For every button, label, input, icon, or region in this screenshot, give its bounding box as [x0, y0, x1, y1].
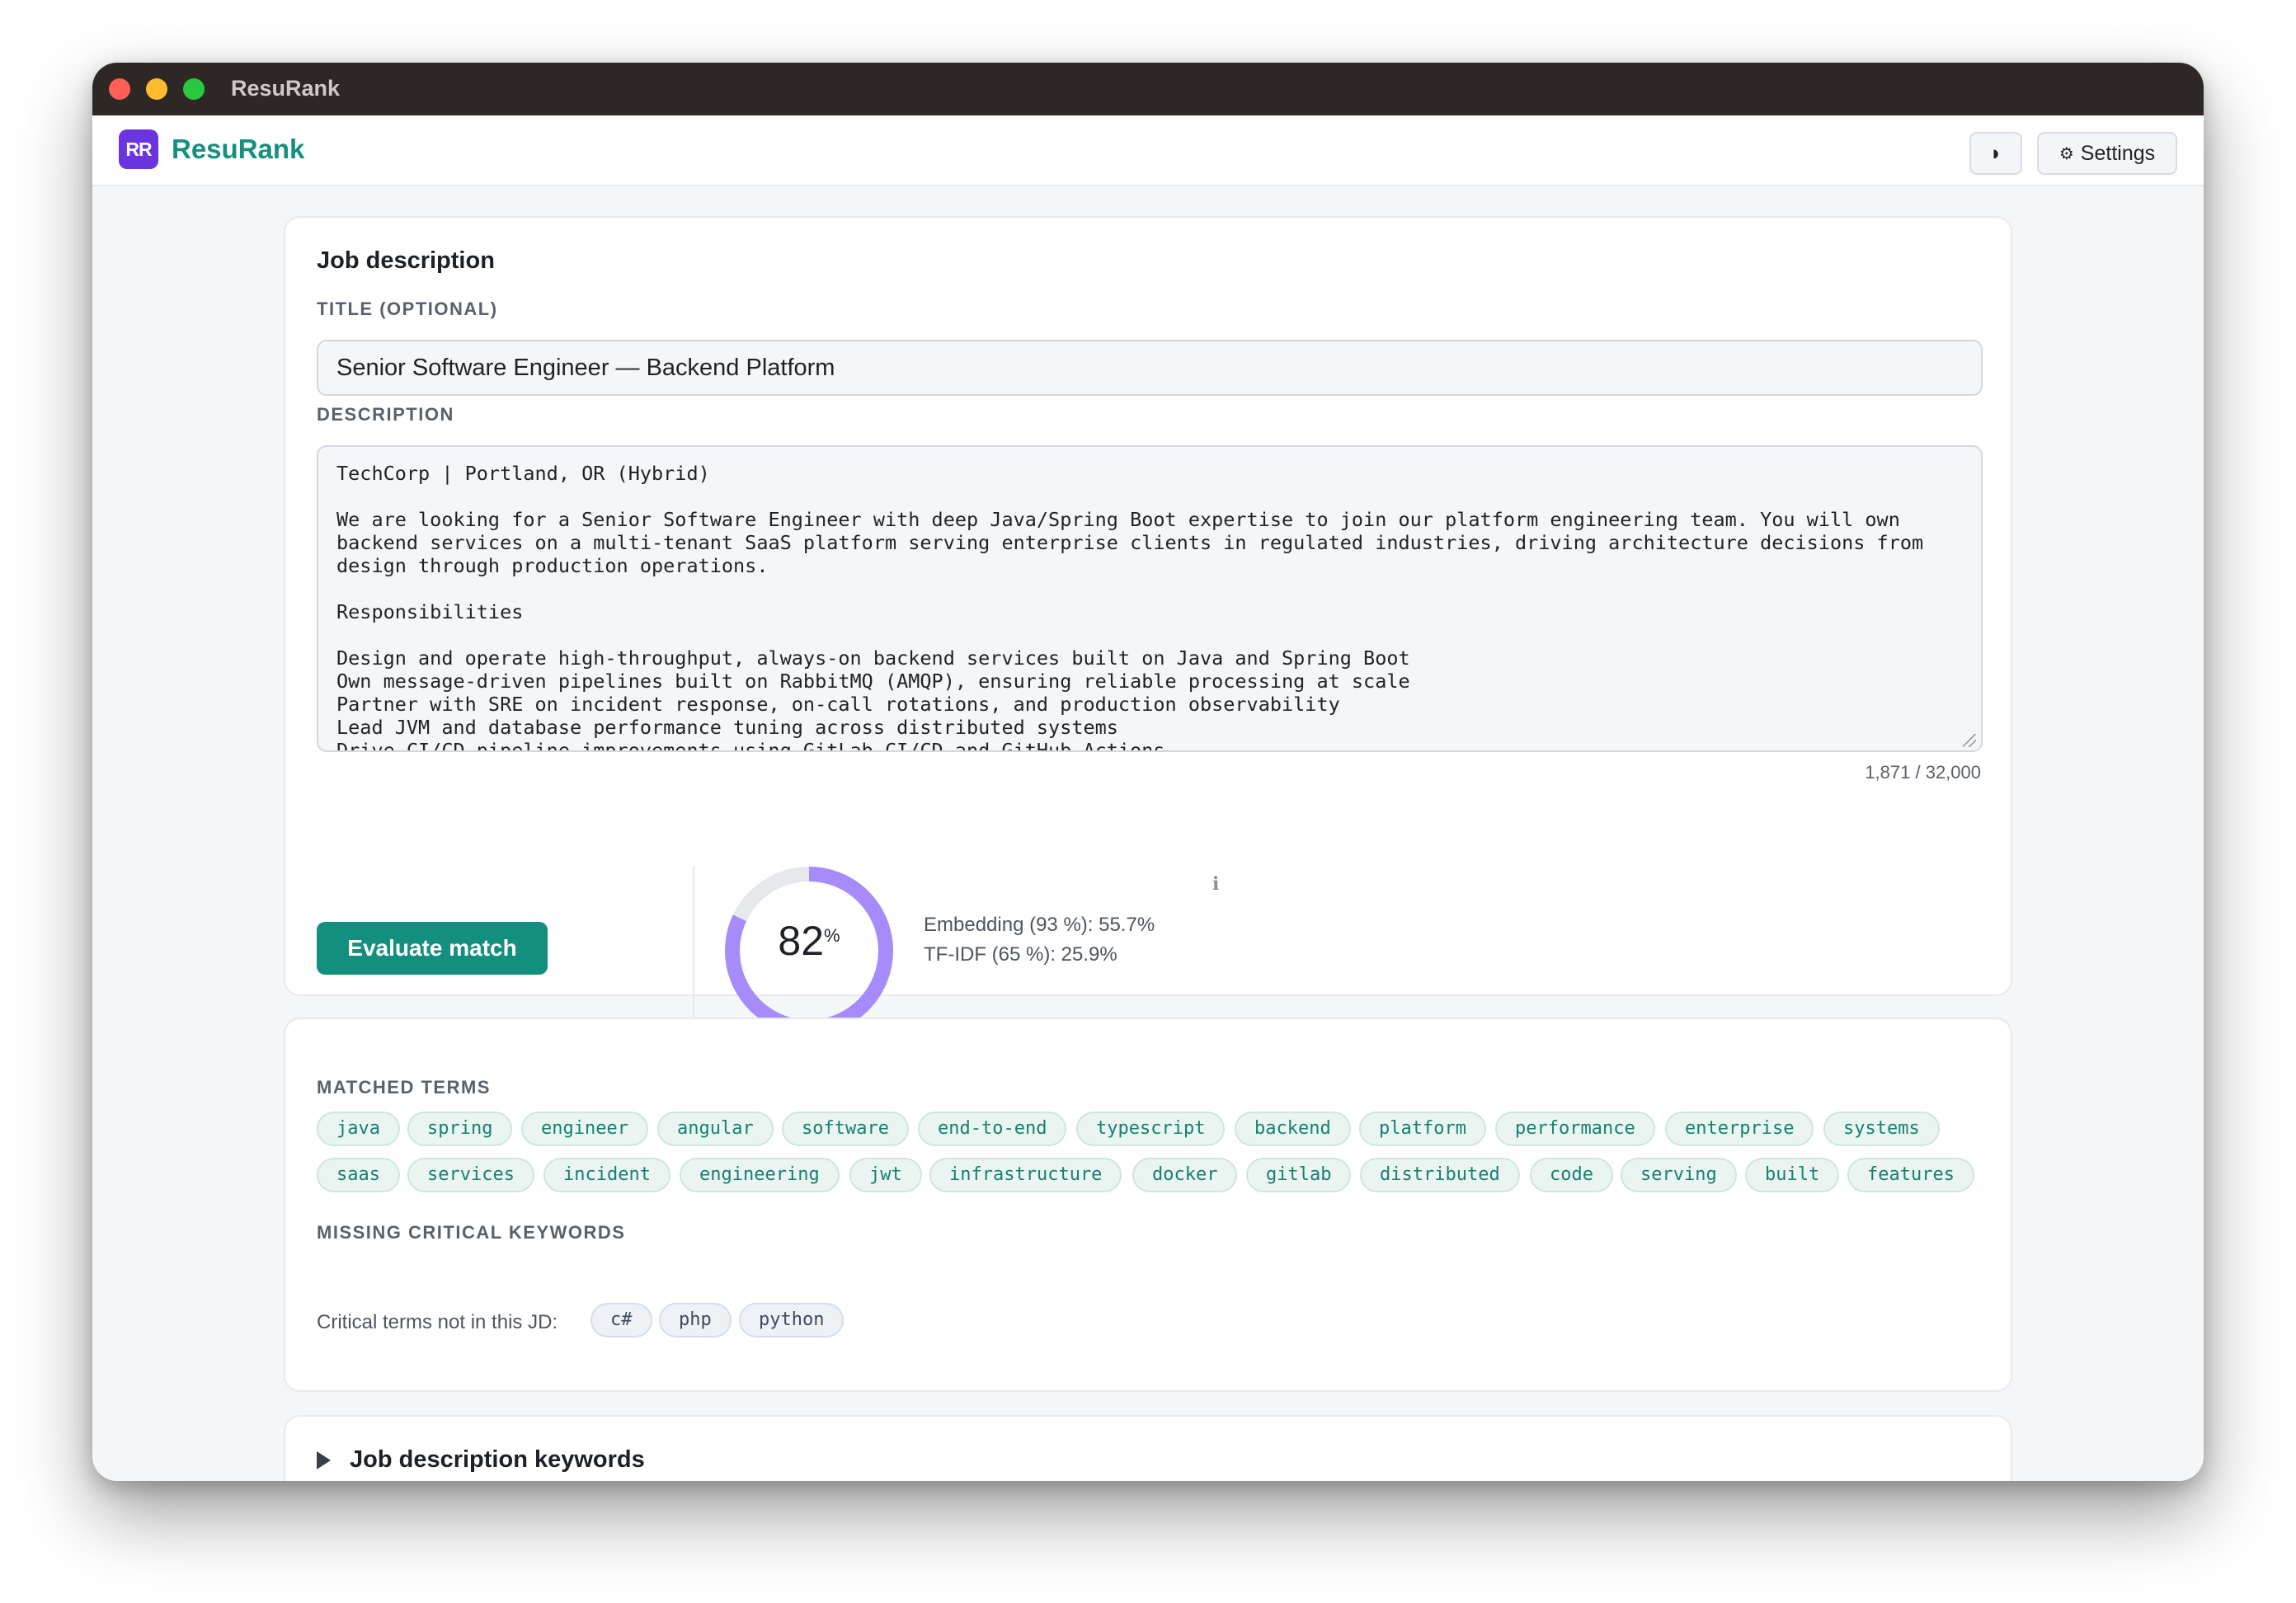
matched-term-chip: enterprise: [1665, 1112, 1814, 1146]
expand-triangle-icon[interactable]: [317, 1451, 331, 1469]
matched-term-chip: angular: [657, 1112, 774, 1146]
title-bar: ResuRank: [92, 63, 2204, 115]
score-unit: %: [824, 925, 840, 946]
settings-button[interactable]: ⚙ Settings: [2037, 132, 2177, 175]
matched-term-chip: performance: [1495, 1112, 1655, 1146]
score-value: 82%: [722, 917, 896, 965]
matched-term-chip: engineer: [521, 1112, 648, 1146]
info-icon[interactable]: ℹ: [1212, 874, 1219, 895]
theme-toggle-button[interactable]: ◗: [1969, 132, 2022, 175]
matched-term-chip: services: [407, 1158, 534, 1192]
embedding-score: Embedding (93 %): 55.7%: [924, 914, 1155, 936]
description-textarea[interactable]: TechCorp | Portland, OR (Hybrid) We are …: [317, 445, 1983, 752]
title-field-label: TITLE (OPTIONAL): [317, 299, 498, 319]
matched-term-chip: jwt: [849, 1158, 922, 1192]
matched-term-chip: distributed: [1360, 1158, 1520, 1192]
matched-term-chip: spring: [407, 1112, 513, 1146]
character-counter: 1,871 / 32,000: [1865, 762, 1981, 783]
app-window: ResuRank RR ResuRank ◗ ⚙ Settings Job de…: [92, 63, 2204, 1481]
maximize-window-button[interactable]: [183, 78, 205, 100]
keywords-section-title[interactable]: Job description keywords: [350, 1446, 645, 1474]
matched-term-chip: java: [317, 1112, 400, 1146]
resize-handle[interactable]: [1963, 734, 1976, 747]
matched-term-chip: docker: [1132, 1158, 1238, 1192]
matched-term-chip: systems: [1823, 1112, 1940, 1146]
divider: [693, 866, 694, 1031]
logo-icon: RR: [119, 129, 158, 169]
matched-term-chip: saas: [317, 1158, 400, 1192]
score-number: 82: [778, 918, 825, 964]
description-field-label: DESCRIPTION: [317, 404, 454, 425]
matched-term-chip: typescript: [1076, 1112, 1226, 1146]
section-heading: Job description: [317, 247, 495, 274]
matched-term-chip: built: [1745, 1158, 1840, 1192]
job-description-card: Job description TITLE (OPTIONAL) Senior …: [284, 216, 2012, 1035]
minimize-window-button[interactable]: [146, 78, 167, 100]
matched-term-chip: platform: [1359, 1112, 1486, 1146]
matched-term-chip: engineering: [680, 1158, 840, 1192]
missing-keywords-label: MISSING CRITICAL KEYWORDS: [317, 1222, 626, 1243]
matched-term-chip: gitlab: [1246, 1158, 1352, 1192]
terms-card: MATCHED TERMS java spring engineer angular s…: [284, 1018, 2012, 1392]
title-input[interactable]: Senior Software Engineer — Backend Platf…: [317, 340, 1983, 396]
half-moon-icon: ◗: [1989, 141, 2002, 165]
matched-term-chip: serving: [1621, 1158, 1737, 1192]
close-window-button[interactable]: [109, 78, 130, 100]
matched-term-chip: backend: [1235, 1112, 1351, 1146]
matched-terms-label: MATCHED TERMS: [317, 1077, 491, 1098]
matched-term-chip: software: [782, 1112, 909, 1146]
tfidf-score: TF-IDF (65 %): 25.9%: [924, 943, 1117, 966]
matched-term-chip: end-to-end: [918, 1112, 1067, 1146]
keywords-card[interactable]: Job description keywords: [284, 1415, 2012, 1481]
matched-term-chip: infrastructure: [929, 1158, 1122, 1192]
window-title: ResuRank: [231, 76, 341, 101]
app-header: RR ResuRank ◗ ⚙ Settings: [92, 115, 2204, 186]
settings-label: Settings: [2080, 141, 2156, 165]
missing-keyword-chip: c#: [590, 1303, 652, 1337]
gear-icon: ⚙: [2058, 144, 2074, 163]
evaluate-match-button[interactable]: Evaluate match: [317, 922, 548, 975]
matched-term-chip: features: [1847, 1158, 1974, 1192]
matched-term-chip: code: [1530, 1158, 1613, 1192]
brand-name: ResuRank: [172, 134, 305, 164]
description-text: TechCorp | Portland, OR (Hybrid) We are …: [336, 462, 1924, 752]
missing-keyword-chip: php: [659, 1303, 732, 1337]
missing-keyword-chip: python: [739, 1303, 845, 1337]
missing-keywords-prefix: Critical terms not in this JD:: [317, 1311, 558, 1333]
matched-term-chip: incident: [543, 1158, 670, 1192]
